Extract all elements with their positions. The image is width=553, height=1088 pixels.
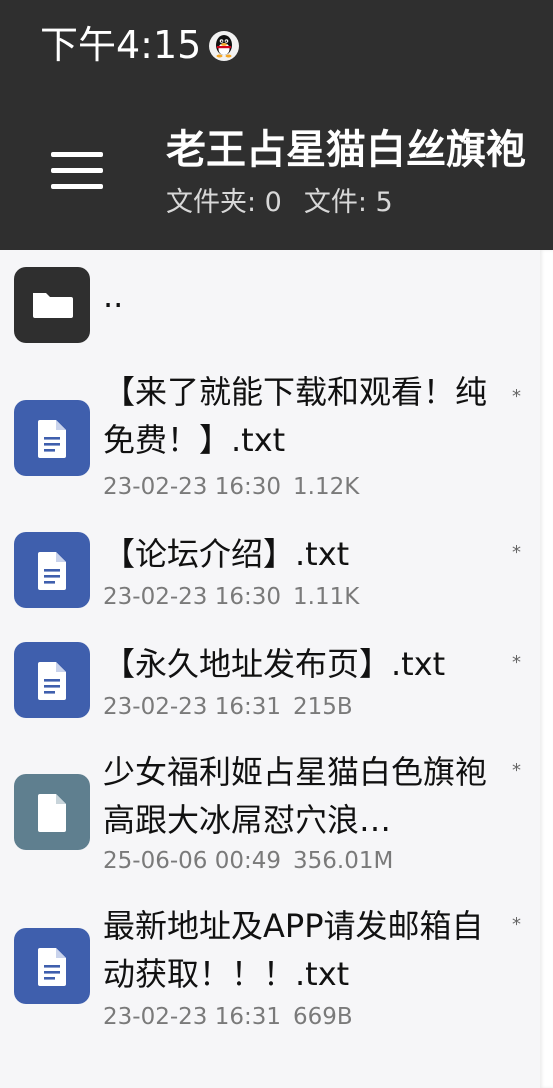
list-item[interactable]: 【论坛介绍】.txt 23-02-23 16:30 1.11K *: [0, 530, 540, 626]
file-name: 【论坛介绍】.txt: [103, 535, 350, 573]
parent-directory-label: ..: [103, 277, 124, 315]
file-date: 23-02-23 16:30: [103, 584, 281, 610]
status-time: 下午4:15: [40, 23, 202, 67]
file-count: 文件: 5: [303, 187, 393, 218]
file-size: 1.12K: [293, 474, 360, 500]
file-size: 1.11K: [293, 584, 360, 610]
file-mark: *: [512, 652, 521, 673]
file-name: 少女福利姬占星猫白色旗袍高跟大冰屌怼穴浪…: [103, 753, 488, 839]
folder-icon: [14, 267, 90, 343]
toolbar: 老王占星猫白丝旗袍 文件夹: 0 文件: 5: [0, 90, 553, 250]
status-bar: 下午4:15: [0, 0, 553, 90]
file-date: 23-02-23 16:31: [103, 1004, 281, 1030]
file-mark: *: [512, 760, 521, 781]
file-meta: 25-06-06 00:49 356.01M: [103, 846, 393, 876]
file-date: 25-06-06 00:49: [103, 848, 281, 874]
file-meta: 23-02-23 16:30 1.12K: [103, 472, 359, 502]
text-file-icon: [14, 532, 90, 608]
file-list: .. 【来了就能下载和观看！纯免费！】.txt 23-02-23 16:30 1.…: [0, 250, 540, 1088]
scrollbar-track[interactable]: [540, 250, 553, 1088]
text-file-icon: [14, 928, 90, 1004]
file-mark: *: [512, 542, 521, 563]
list-item[interactable]: 【来了就能下载和观看！纯免费！】.txt 23-02-23 16:30 1.12K…: [0, 368, 540, 510]
file-name: 最新地址及APP请发邮箱自动获取！！！.txt: [103, 907, 484, 993]
file-mark: *: [512, 914, 521, 935]
qq-penguin-icon: [209, 31, 239, 61]
folder-count: 文件夹: 0: [166, 187, 282, 218]
file-name: 【来了就能下载和观看！纯免费！】.txt: [103, 373, 488, 459]
file-mark: *: [512, 386, 521, 407]
list-item[interactable]: 【永久地址发布页】.txt 23-02-23 16:31 215B *: [0, 640, 540, 736]
parent-directory-item[interactable]: ..: [0, 250, 540, 350]
list-item[interactable]: 最新地址及APP请发邮箱自动获取！！！.txt 23-02-23 16:31 66…: [0, 902, 540, 1044]
file-name: 【永久地址发布页】.txt: [103, 645, 446, 683]
file-meta: 23-02-23 16:30 1.11K: [103, 582, 359, 612]
hamburger-menu-icon[interactable]: [48, 148, 106, 192]
file-meta: 23-02-23 16:31 669B: [103, 1002, 353, 1032]
folder-summary: 文件夹: 0 文件: 5: [166, 186, 393, 220]
file-date: 23-02-23 16:31: [103, 694, 281, 720]
file-size: 356.01M: [293, 848, 394, 874]
list-item[interactable]: 少女福利姬占星猫白色旗袍高跟大冰屌怼穴浪… 25-06-06 00:49 356.…: [0, 748, 540, 890]
file-size: 215B: [293, 694, 353, 720]
generic-file-icon: [14, 774, 90, 850]
file-date: 23-02-23 16:30: [103, 474, 281, 500]
folder-title: 老王占星猫白丝旗袍: [166, 127, 526, 173]
text-file-icon: [14, 642, 90, 718]
file-meta: 23-02-23 16:31 215B: [103, 692, 353, 722]
file-size: 669B: [293, 1004, 353, 1030]
text-file-icon: [14, 400, 90, 476]
